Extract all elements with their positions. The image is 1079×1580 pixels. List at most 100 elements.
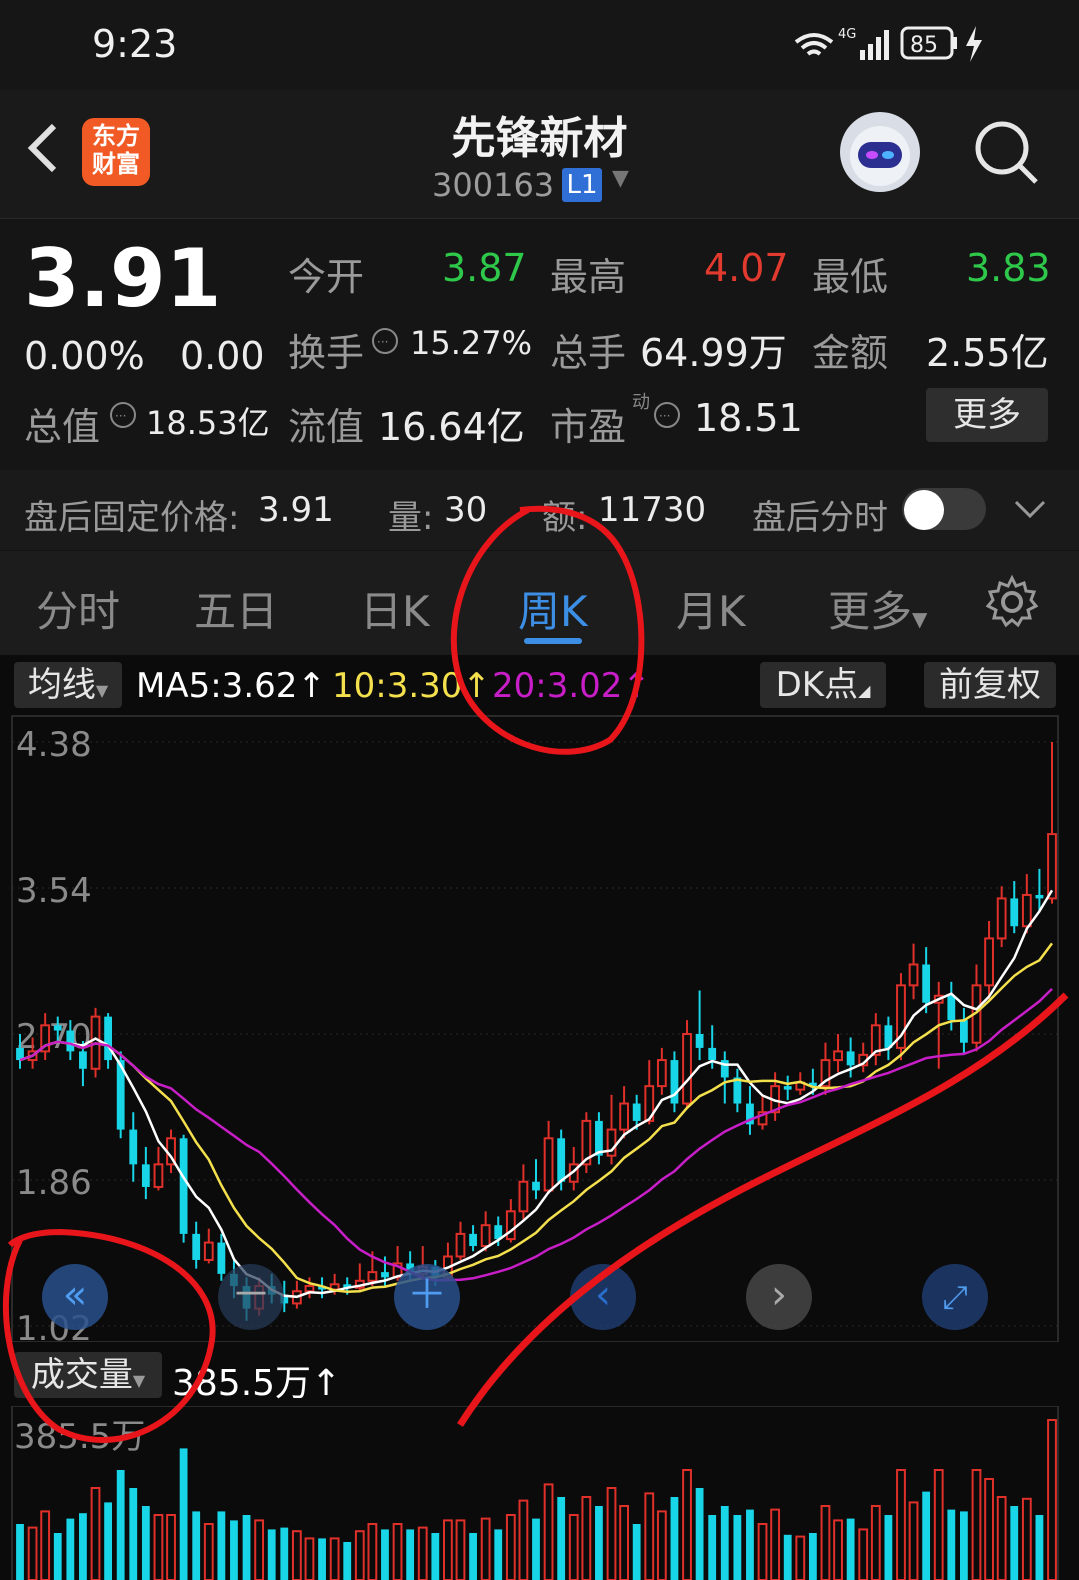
- settings-button[interactable]: [984, 574, 1040, 634]
- zoom-in-button[interactable]: ＋: [394, 1264, 460, 1330]
- minus-icon: －: [231, 1272, 271, 1318]
- volume-bar: [783, 1534, 792, 1580]
- volume-bar: [971, 1469, 982, 1580]
- volume-bar: [354, 1530, 365, 1580]
- volume-bar: [795, 1535, 806, 1580]
- caret-down-icon: ▼: [95, 681, 109, 700]
- double-chevron-left-icon: «: [62, 1272, 88, 1318]
- low-label: 最低: [812, 255, 889, 299]
- ma-selector[interactable]: 均线▼: [14, 662, 122, 708]
- candle-body: [192, 1233, 201, 1260]
- expand-button[interactable]: ⤢: [922, 1264, 988, 1330]
- candle-body: [619, 1102, 629, 1131]
- adjust-button[interactable]: 前复权: [924, 662, 1056, 708]
- volume-bar: [40, 1510, 51, 1580]
- volume-bar: [770, 1508, 781, 1580]
- volume-bar: [179, 1448, 188, 1580]
- robot-assistant-icon[interactable]: [840, 112, 920, 192]
- volume-bar: [494, 1529, 503, 1580]
- tab-weekly-k[interactable]: 周K: [518, 578, 588, 639]
- volume-bar: [908, 1501, 919, 1580]
- volume-bar: [129, 1488, 138, 1580]
- volume-bar: [746, 1509, 754, 1580]
- volume-bar: [619, 1505, 629, 1580]
- volume-bar: [1047, 1419, 1057, 1580]
- after-price: 3.91: [258, 490, 334, 530]
- tab-five-day[interactable]: 五日: [194, 578, 278, 639]
- candle-body: [469, 1233, 477, 1247]
- volume-selector-label: 成交量: [30, 1355, 133, 1395]
- volume-bar: [192, 1511, 201, 1580]
- volume-bar: [695, 1488, 704, 1580]
- plus-icon: ＋: [407, 1272, 447, 1318]
- prev-button[interactable]: ‹: [570, 1264, 636, 1330]
- change-value: 0.00: [180, 334, 265, 378]
- tab-monthly-k[interactable]: 月K: [676, 578, 746, 639]
- candle-body: [984, 937, 994, 987]
- tab-more[interactable]: 更多▼: [828, 578, 927, 639]
- volume-bar: [947, 1509, 956, 1580]
- candle-body: [304, 1285, 315, 1293]
- info-icon[interactable]: ···: [652, 400, 682, 434]
- next-button[interactable]: ›: [746, 1264, 812, 1330]
- candle-body: [203, 1241, 214, 1261]
- candle-body: [1047, 833, 1057, 900]
- candle-body: [104, 1016, 112, 1061]
- chevron-down-icon[interactable]: [1012, 494, 1048, 528]
- info-icon[interactable]: ···: [370, 326, 400, 360]
- after-qty-label: 量:: [388, 498, 434, 538]
- volume-bar: [632, 1524, 641, 1580]
- candle-body: [129, 1129, 138, 1165]
- corner-triangle-icon: ◢: [858, 681, 871, 700]
- volume-bar: [343, 1542, 352, 1580]
- candlestick-chart[interactable]: 4.383.542.701.861.02: [0, 712, 1079, 1342]
- search-icon: [975, 121, 1038, 184]
- gear-icon: [985, 574, 1039, 628]
- candle-body: [217, 1242, 226, 1274]
- y-axis-ticks: 4.383.542.701.861.02: [16, 725, 92, 1342]
- ma5-label: MA5:3.62: [136, 666, 298, 706]
- volume-bar: [90, 1487, 101, 1580]
- volume-selector[interactable]: 成交量▼: [14, 1352, 162, 1398]
- volume-bar: [606, 1487, 617, 1580]
- volume-top-tick: 385.5万: [14, 1417, 145, 1457]
- volume-bar: [230, 1520, 238, 1580]
- candle-body: [505, 1210, 516, 1241]
- candle-body: [179, 1138, 188, 1234]
- caret-down-icon: ▼: [132, 1371, 146, 1390]
- active-tab-indicator: [524, 638, 582, 644]
- candle-body: [656, 1059, 667, 1088]
- candle-body: [1021, 893, 1032, 928]
- volume-chart[interactable]: 385.5万: [0, 1406, 1079, 1580]
- volume-bar: [858, 1528, 869, 1580]
- signal-icons: 4G 85: [794, 26, 982, 62]
- volume-bar: [808, 1533, 817, 1580]
- volume-bar: [505, 1514, 516, 1580]
- rewind-button[interactable]: «: [42, 1264, 108, 1330]
- volume-bar: [820, 1505, 831, 1580]
- info-icon[interactable]: ···: [108, 400, 138, 434]
- open-label: 今开: [288, 255, 365, 299]
- y-tick-label: 3.54: [16, 871, 92, 911]
- candle-body: [996, 897, 1007, 940]
- volume-bars: [16, 1419, 1057, 1580]
- volume-bar: [367, 1523, 378, 1580]
- low-value: 3.83: [966, 246, 1051, 290]
- caret-down-icon: ▼: [912, 607, 928, 631]
- volume-bar: [104, 1502, 112, 1580]
- network-label: 4G: [838, 27, 856, 42]
- caret-down-icon[interactable]: ▼: [612, 166, 629, 191]
- volume-bar: [518, 1499, 529, 1580]
- dk-point-button[interactable]: DK点◢: [760, 662, 886, 708]
- candle-body: [153, 1163, 164, 1188]
- candle-body: [595, 1120, 603, 1156]
- volume-bar: [431, 1533, 440, 1580]
- volume-bar: [644, 1492, 655, 1580]
- tab-daily-k[interactable]: 日K: [360, 578, 430, 639]
- more-button[interactable]: 更多: [926, 388, 1048, 442]
- candle-body: [947, 995, 956, 1021]
- zoom-out-button[interactable]: －: [218, 1264, 284, 1330]
- tab-intraday[interactable]: 分时: [36, 578, 120, 639]
- volume-bar: [79, 1513, 87, 1580]
- search-button[interactable]: [972, 118, 1042, 192]
